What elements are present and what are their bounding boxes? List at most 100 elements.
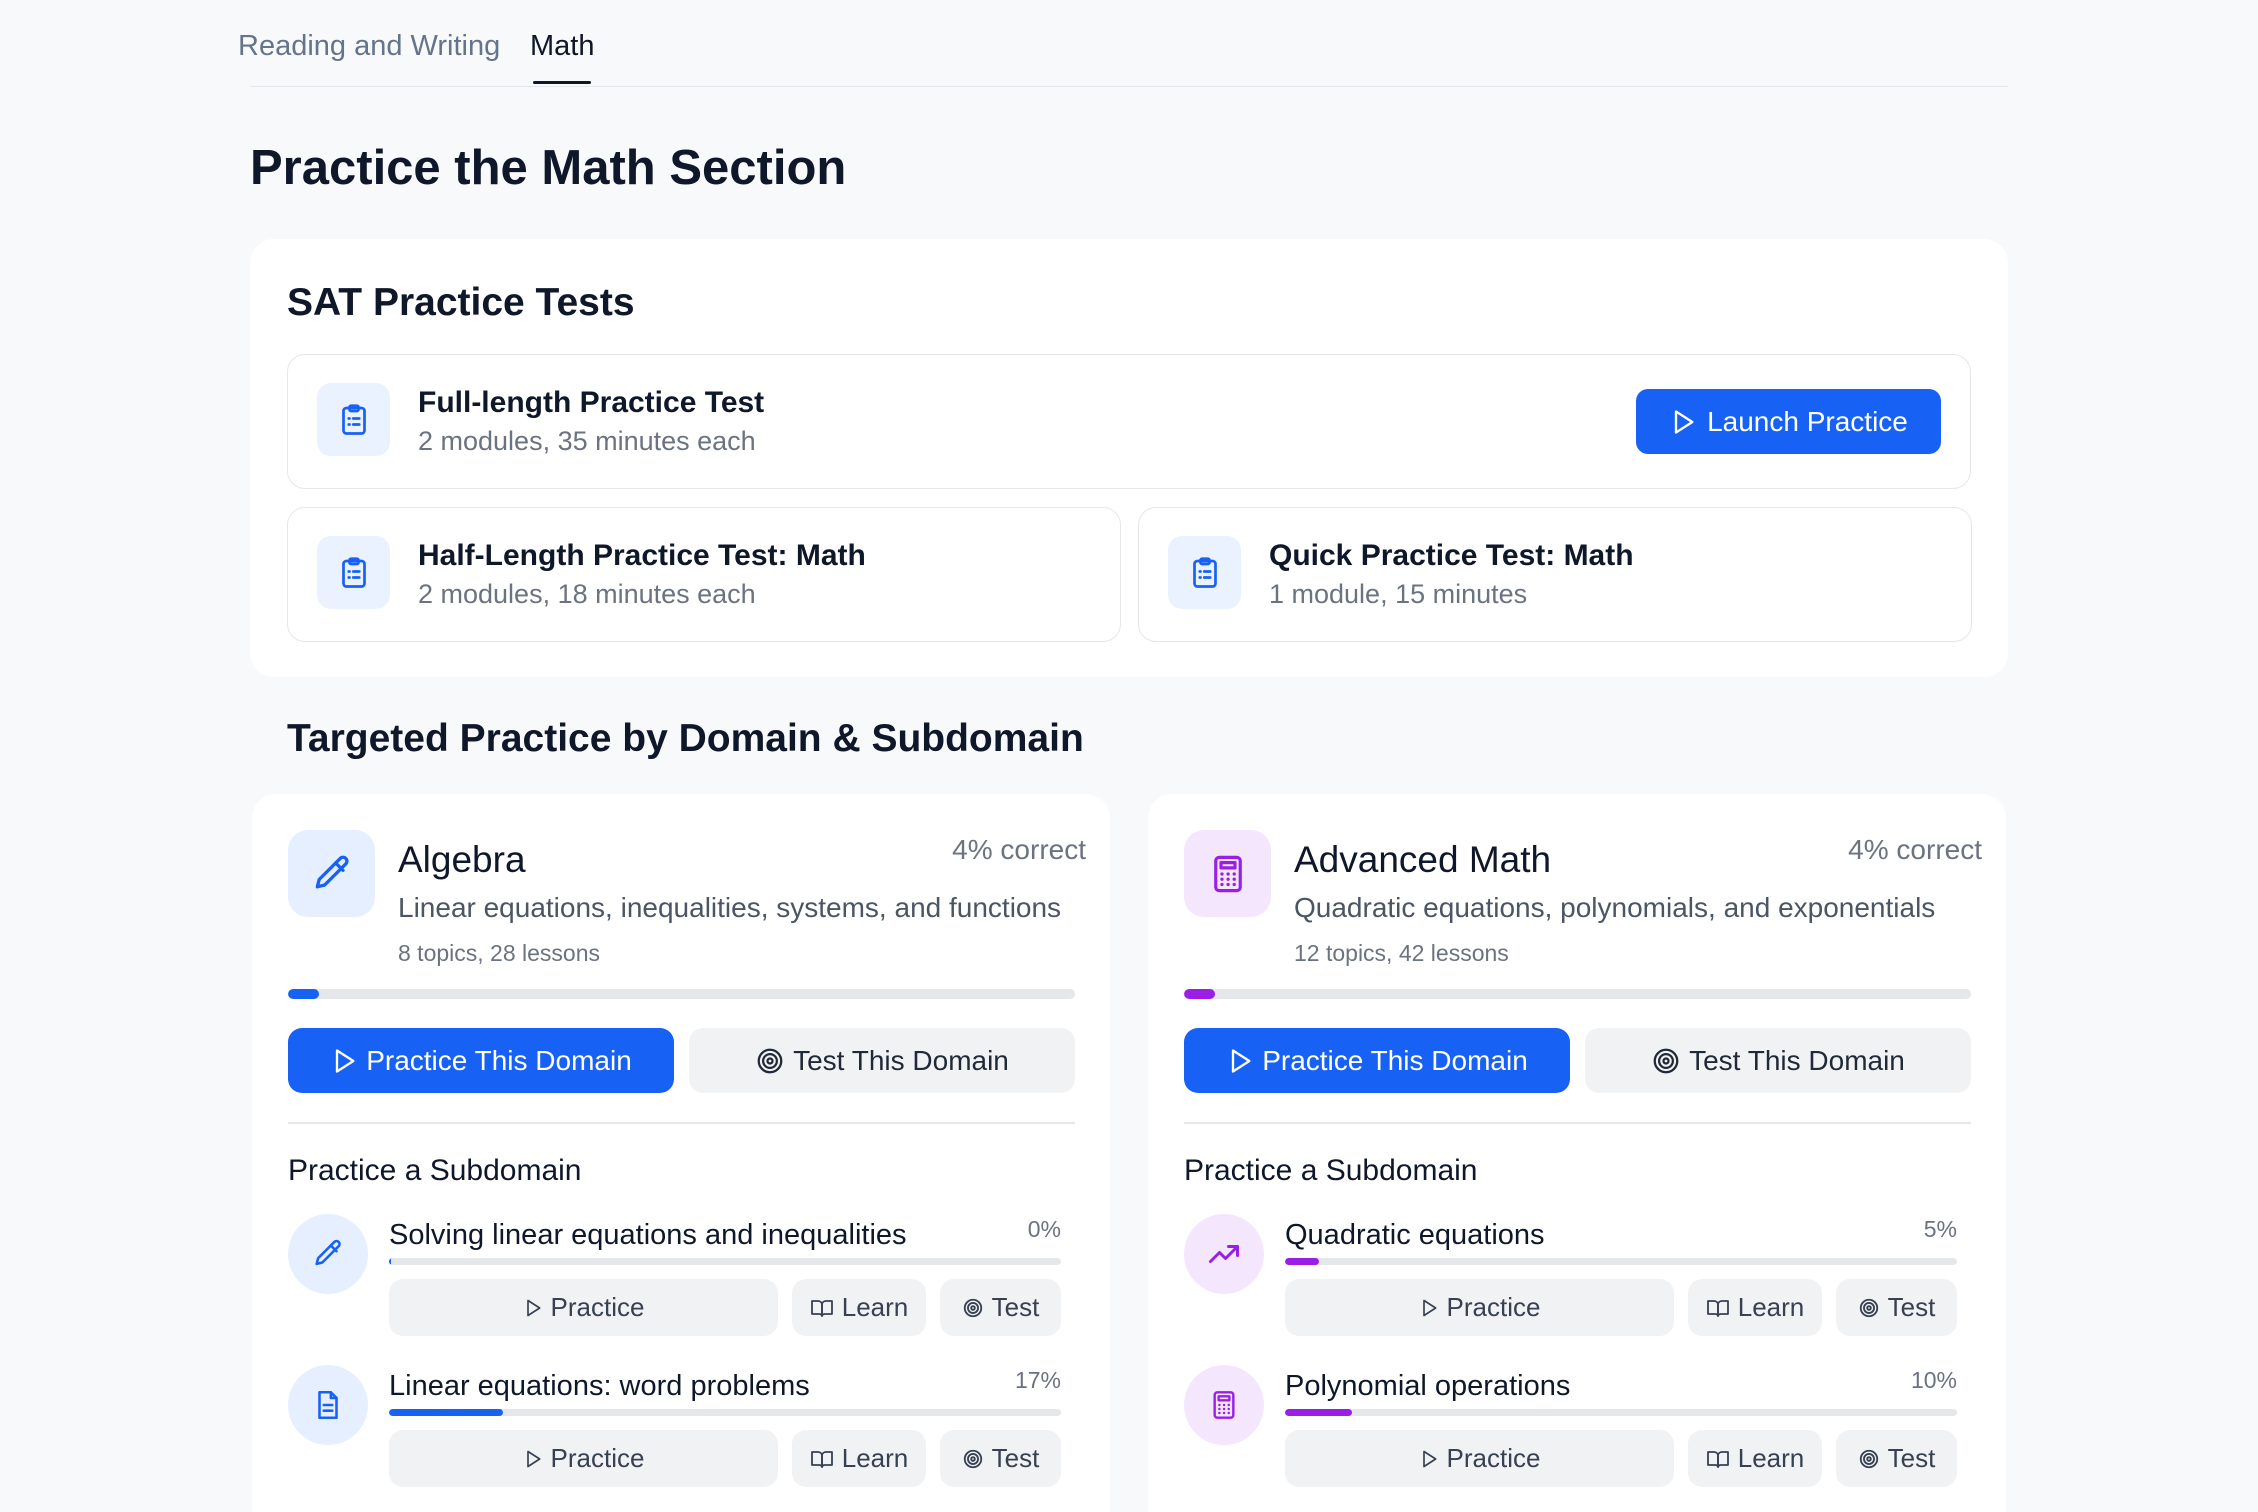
test-name: Half-Length Practice Test: Math xyxy=(418,539,866,572)
domain-name: Advanced Math xyxy=(1294,839,1552,880)
practice-label: Practice xyxy=(550,1292,645,1322)
subdomain-heading: Practice a Subdomain xyxy=(288,1154,582,1187)
subdomain-practice-button[interactable]: Practice xyxy=(1285,1430,1674,1487)
pencil-icon xyxy=(288,1214,368,1294)
domain-correct: 4% correct xyxy=(1848,834,1982,865)
test-domain-label: Test This Domain xyxy=(793,1044,1009,1076)
subdomain-item: Quadratic equations 5% Practice Learn Te… xyxy=(1184,1214,1971,1344)
subdomain-percent: 5% xyxy=(1923,1216,1957,1242)
test-description: 2 modules, 18 minutes each xyxy=(418,579,756,609)
subdomain-practice-button[interactable]: Practice xyxy=(1285,1279,1674,1336)
subdomain-progress-fill xyxy=(389,1258,391,1265)
practice-label: Practice xyxy=(550,1443,645,1473)
domain-correct: 4% correct xyxy=(952,834,1086,865)
section-tabs: Reading and Writing Math xyxy=(238,30,2008,87)
page-title: Practice the Math Section xyxy=(250,141,847,195)
book-open-icon xyxy=(810,1450,833,1468)
subdomain-percent: 0% xyxy=(1027,1216,1061,1242)
document-icon xyxy=(288,1365,368,1445)
half-length-test-row[interactable]: Half-Length Practice Test: Math 2 module… xyxy=(287,507,1121,642)
play-icon xyxy=(1422,1299,1437,1316)
play-icon xyxy=(526,1450,541,1467)
target-icon xyxy=(757,1048,783,1073)
domain-description: Linear equations, inequalities, systems,… xyxy=(398,892,1062,923)
quick-test-row[interactable]: Quick Practice Test: Math 1 module, 15 m… xyxy=(1138,507,1972,642)
tab-reading-and-writing[interactable]: Reading and Writing xyxy=(238,30,500,63)
book-open-icon xyxy=(1706,1450,1729,1468)
subdomain-learn-button[interactable]: Learn xyxy=(1688,1430,1822,1487)
subdomain-progress-bar xyxy=(1285,1258,1957,1265)
test-name: Full-length Practice Test xyxy=(418,386,765,419)
test-description: 2 modules, 35 minutes each xyxy=(418,426,756,456)
subdomain-name: Solving linear equations and inequalitie… xyxy=(389,1219,907,1251)
calculator-icon xyxy=(1184,830,1271,917)
practice-label: Practice xyxy=(1446,1443,1541,1473)
subdomain-test-button[interactable]: Test xyxy=(940,1279,1061,1336)
practice-label: Practice xyxy=(1446,1292,1541,1322)
play-icon xyxy=(1674,409,1694,434)
domain-name: Algebra xyxy=(398,839,526,880)
full-length-test-row[interactable]: Full-length Practice Test 2 modules, 35 … xyxy=(287,354,1971,489)
subdomain-progress-bar xyxy=(1285,1409,1957,1416)
subdomain-progress-fill xyxy=(1285,1258,1319,1265)
domain-meta: 12 topics, 42 lessons xyxy=(1294,940,1509,966)
test-label: Test xyxy=(991,1292,1040,1322)
subdomain-name: Quadratic equations xyxy=(1285,1219,1545,1251)
domain-progress-fill xyxy=(1184,989,1216,999)
test-label: Test xyxy=(1887,1443,1936,1473)
book-open-icon xyxy=(1706,1299,1729,1317)
subdomain-practice-button[interactable]: Practice xyxy=(389,1430,778,1487)
practice-domain-button[interactable]: Practice This Domain xyxy=(1184,1028,1570,1093)
subdomain-item: Solving linear equations and inequalitie… xyxy=(288,1214,1075,1344)
subdomain-learn-button[interactable]: Learn xyxy=(792,1430,926,1487)
subdomain-test-button[interactable]: Test xyxy=(940,1430,1061,1487)
clipboard-list-icon xyxy=(317,536,390,609)
practice-domain-button[interactable]: Practice This Domain xyxy=(288,1028,674,1093)
domain-meta: 8 topics, 28 lessons xyxy=(398,940,601,966)
tab-math[interactable]: Math xyxy=(530,30,594,84)
learn-label: Learn xyxy=(1737,1292,1805,1322)
play-icon xyxy=(1232,1048,1251,1073)
clipboard-list-icon xyxy=(317,383,390,456)
domain-description: Quadratic equations, polynomials, and ex… xyxy=(1294,892,1936,923)
target-icon xyxy=(1859,1298,1878,1317)
practice-tests-title: SAT Practice Tests xyxy=(287,281,635,324)
target-icon xyxy=(1653,1048,1679,1073)
subdomain-test-button[interactable]: Test xyxy=(1836,1279,1957,1336)
test-domain-label: Test This Domain xyxy=(1689,1044,1905,1076)
trending-up-icon xyxy=(1184,1214,1264,1294)
test-domain-button[interactable]: Test This Domain xyxy=(689,1028,1075,1093)
clipboard-list-icon xyxy=(1168,536,1241,609)
subdomain-progress-bar xyxy=(389,1409,1061,1416)
domain-progress-bar xyxy=(288,989,1075,999)
test-label: Test xyxy=(991,1443,1040,1473)
subdomain-practice-button[interactable]: Practice xyxy=(389,1279,778,1336)
subdomain-test-button[interactable]: Test xyxy=(1836,1430,1957,1487)
target-icon xyxy=(963,1298,982,1317)
target-icon xyxy=(963,1449,982,1468)
play-icon xyxy=(1422,1450,1437,1467)
calculator-icon xyxy=(1184,1365,1264,1445)
subdomain-learn-button[interactable]: Learn xyxy=(792,1279,926,1336)
learn-label: Learn xyxy=(841,1292,909,1322)
subdomain-percent: 10% xyxy=(1910,1367,1957,1393)
targeted-practice-title: Targeted Practice by Domain & Subdomain xyxy=(287,717,1084,760)
learn-label: Learn xyxy=(841,1443,909,1473)
launch-practice-label: Launch Practice xyxy=(1707,405,1908,437)
domain-progress-fill xyxy=(288,989,320,999)
test-name: Quick Practice Test: Math xyxy=(1269,539,1634,572)
practice-tests-card: SAT Practice Tests Full-length Practice … xyxy=(250,239,2008,677)
subdomain-heading: Practice a Subdomain xyxy=(1184,1154,1478,1187)
play-icon xyxy=(526,1299,541,1316)
domain-card-advanced-math: Advanced Math 4% correct Quadratic equat… xyxy=(1148,794,2006,1512)
test-domain-button[interactable]: Test This Domain xyxy=(1585,1028,1971,1093)
divider xyxy=(288,1122,1075,1124)
pencil-icon xyxy=(288,830,375,917)
divider xyxy=(1184,1122,1971,1124)
play-icon xyxy=(336,1048,355,1073)
book-open-icon xyxy=(810,1299,833,1317)
domain-progress-bar xyxy=(1184,989,1971,999)
test-label: Test xyxy=(1887,1292,1936,1322)
launch-practice-button[interactable]: Launch Practice xyxy=(1636,389,1941,454)
subdomain-learn-button[interactable]: Learn xyxy=(1688,1279,1822,1336)
